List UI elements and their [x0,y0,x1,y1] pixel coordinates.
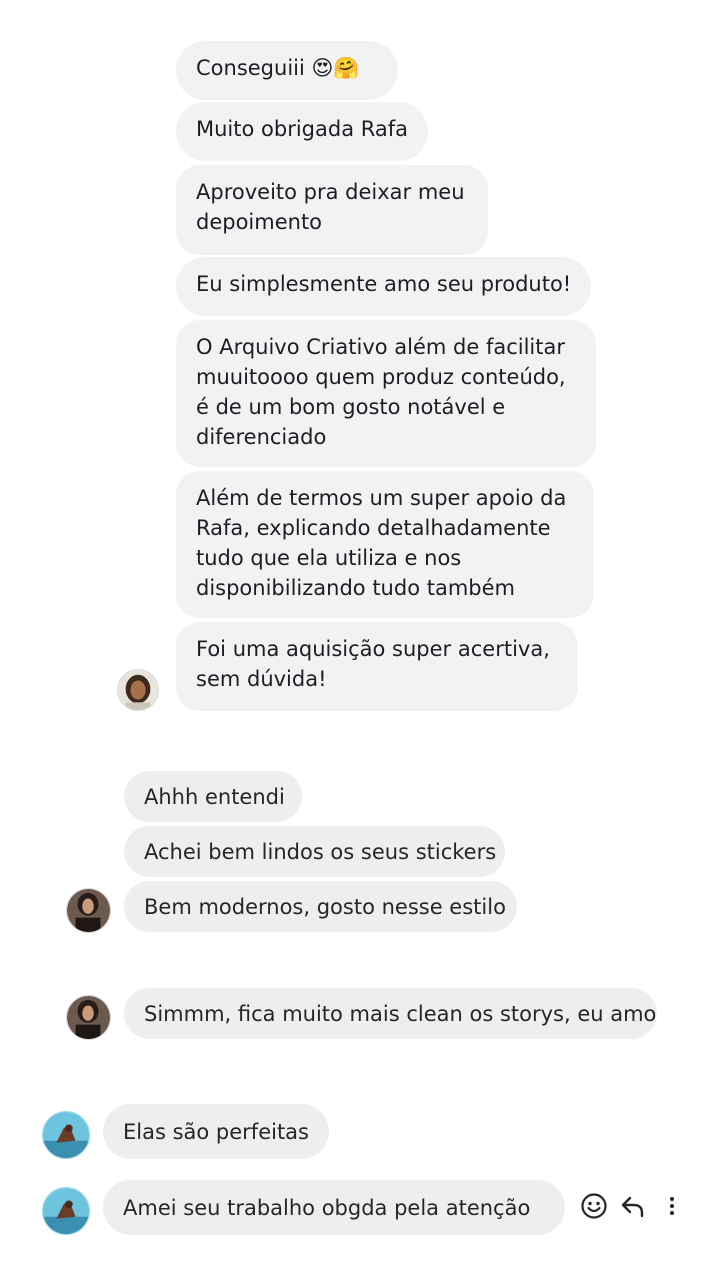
message-text-line: disponibilizando tudo também [196,576,515,600]
message-text: Achei bem lindos os seus stickers [144,840,497,864]
message-bubble[interactable]: Aproveito pra deixar meu depoimento [176,165,488,255]
avatar-image [67,889,110,932]
message-bubble[interactable]: O Arquivo Criativo além de facilitar muu… [176,320,596,467]
message-text-line: depoimento [196,210,323,234]
message-text-line: sem dúvida! [196,667,327,691]
message-text: Bem modernos, gosto nesse estilo [144,895,506,919]
message-actions [578,1186,688,1226]
avatar-image [43,1188,89,1234]
message-text-line: tudo que ela utiliza e nos [196,546,462,570]
more-options-button[interactable] [656,1186,688,1226]
message-text-line: Além de termos um super apoio da [196,486,567,510]
message-bubble[interactable]: Muito obrigada Rafa [176,102,428,161]
message-text-line: é de um bom gosto notável e [196,395,506,419]
more-vertical-icon [670,1197,674,1215]
message-text: Conseguiii [196,56,305,80]
message-text: Amei seu trabalho obgda pela atenção [123,1196,531,1220]
message-text-line: Rafa, explicando detalhadamente [196,516,551,540]
avatar[interactable] [42,1111,90,1159]
message-text-line: O Arquivo Criativo além de facilitar [196,335,566,359]
avatar[interactable] [66,888,111,933]
smiley-icon [581,1193,607,1219]
message-text-line: Foi uma aquisição super acertiva, [196,637,550,661]
avatar[interactable] [42,1187,90,1235]
avatar-image [43,1112,89,1158]
message-text: Muito obrigada Rafa [196,117,408,141]
message-text-line: diferenciado [196,425,327,449]
message-bubble[interactable]: Ahhh entendi [124,771,302,822]
heart-eyes-hug-emoji: 😍🤗 [311,56,360,80]
avatar-image [67,996,110,1039]
message-bubble[interactable]: Simmm, fica muito mais clean os storys, … [124,988,657,1039]
message-bubble[interactable]: Foi uma aquisição super acertiva, sem dú… [176,622,578,711]
message-text: Simmm, fica muito mais clean os storys, … [144,1002,657,1026]
message-bubble[interactable]: Bem modernos, gosto nesse estilo [124,881,517,932]
message-bubble[interactable]: Conseguiii 😍🤗 [176,41,398,100]
message-bubble[interactable]: Elas são perfeitas [103,1104,329,1159]
message-bubble[interactable]: Além de termos um super apoio da Rafa, e… [176,471,594,618]
message-text: Ahhh entendi [144,785,285,809]
reply-icon [621,1196,644,1218]
reply-button[interactable] [617,1186,649,1226]
avatar[interactable] [117,669,159,711]
message-bubble[interactable]: Amei seu trabalho obgda pela atenção [103,1180,565,1235]
message-text-line: muuitoooo quem produz conteúdo, [196,365,566,389]
message-text: Elas são perfeitas [123,1120,309,1144]
message-bubble[interactable]: Eu simplesmente amo seu produto! [176,257,591,316]
message-text: Eu simplesmente amo seu produto! [196,272,572,296]
message-text-line: Aproveito pra deixar meu [196,180,465,204]
avatar-image [118,670,158,710]
message-bubble[interactable]: Achei bem lindos os seus stickers [124,826,505,877]
react-button[interactable] [578,1186,610,1226]
avatar[interactable] [66,995,111,1040]
